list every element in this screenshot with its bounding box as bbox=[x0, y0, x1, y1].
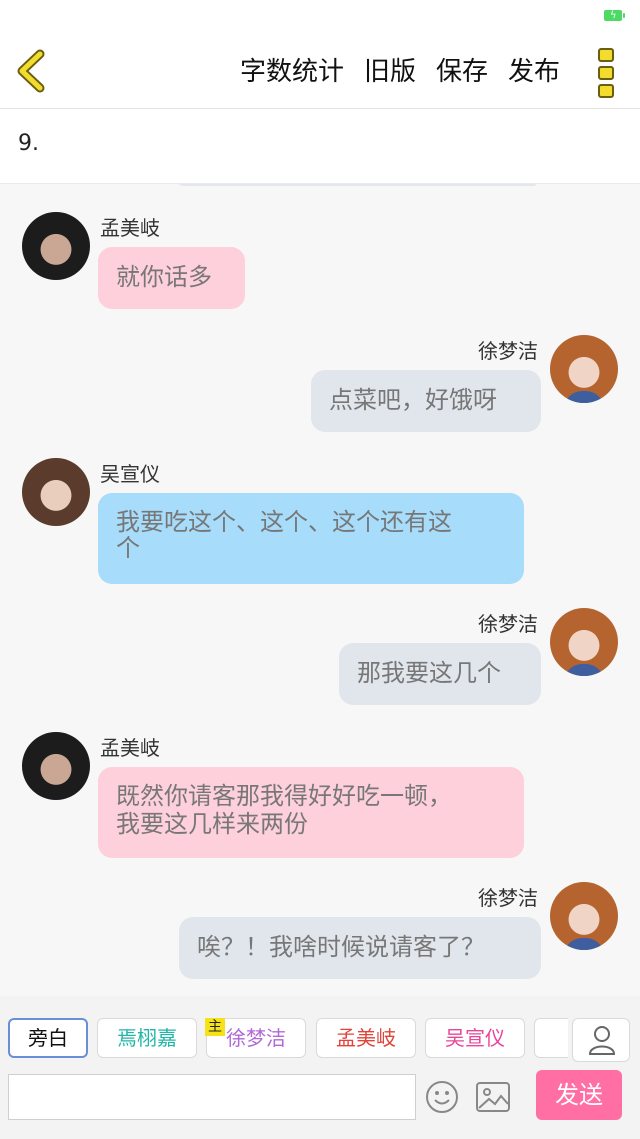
avatar[interactable] bbox=[22, 212, 90, 280]
main-role-tag: 主 bbox=[205, 1018, 225, 1036]
chapter-title[interactable]: 9. bbox=[18, 131, 39, 156]
message-bubble[interactable]: 就你话多 bbox=[98, 247, 245, 309]
word-count-button[interactable]: 字数统计 bbox=[240, 52, 344, 92]
message-bubble[interactable]: 我要吃这个、这个、这个还有这 个 bbox=[98, 493, 524, 584]
avatar[interactable] bbox=[550, 335, 618, 403]
composer-panel: 旁白 焉栩嘉 徐梦洁 孟美岐 吴宣仪 周 主 发送 bbox=[0, 996, 640, 1139]
message-text-line: 既然你请客那我得好好吃一顿， bbox=[116, 782, 452, 810]
avatar[interactable] bbox=[550, 608, 618, 676]
emoji-icon[interactable] bbox=[425, 1080, 459, 1114]
toolbar-actions: 字数统计 旧版 保存 发布 bbox=[240, 52, 560, 92]
battery-icon: ϟ bbox=[604, 10, 625, 21]
avatar[interactable] bbox=[550, 882, 618, 950]
message-text-line: 个 bbox=[116, 534, 140, 562]
more-menu-icon[interactable] bbox=[598, 48, 616, 98]
person-icon bbox=[588, 1026, 616, 1055]
old-version-button[interactable]: 旧版 bbox=[364, 52, 416, 92]
back-arrow-icon[interactable] bbox=[10, 48, 56, 94]
message-text: 那我要这几个 bbox=[357, 659, 501, 687]
role-selector[interactable]: 旁白 焉栩嘉 徐梦洁 孟美岐 吴宣仪 周 bbox=[8, 1018, 568, 1062]
sender-name: 徐梦洁 bbox=[478, 612, 538, 636]
previous-bubble-edge bbox=[178, 184, 538, 186]
avatar[interactable] bbox=[22, 458, 90, 526]
message-text: 点菜吧，好饿呀 bbox=[329, 386, 497, 414]
sender-name: 吴宣仪 bbox=[100, 462, 160, 486]
message-text: 唉？！我啥时候说请客了？ bbox=[197, 933, 485, 961]
message-bubble[interactable]: 唉？！我啥时候说请客了？ bbox=[179, 917, 541, 979]
publish-button[interactable]: 发布 bbox=[508, 52, 560, 92]
send-button[interactable]: 发送 bbox=[536, 1070, 622, 1120]
character-manager-button[interactable] bbox=[572, 1018, 630, 1062]
sender-name: 徐梦洁 bbox=[478, 339, 538, 363]
message-text-line: 我要吃这个、这个、这个还有这 bbox=[116, 508, 452, 536]
chapter-title-bar[interactable]: 9. bbox=[0, 109, 640, 184]
save-button[interactable]: 保存 bbox=[436, 52, 488, 92]
message-text-line: 我要这几样来两份 bbox=[116, 810, 308, 838]
role-item[interactable]: 孟美岐 bbox=[316, 1018, 416, 1058]
role-item[interactable]: 周 bbox=[534, 1018, 568, 1058]
role-item[interactable]: 焉栩嘉 bbox=[97, 1018, 197, 1058]
sender-name: 孟美岐 bbox=[100, 216, 160, 240]
message-bubble[interactable]: 点菜吧，好饿呀 bbox=[311, 370, 541, 432]
message-bubble[interactable]: 既然你请客那我得好好吃一顿， 我要这几样来两份 bbox=[98, 767, 524, 858]
sender-name: 孟美岐 bbox=[100, 736, 160, 760]
message-bubble[interactable]: 那我要这几个 bbox=[339, 643, 541, 705]
sender-name: 徐梦洁 bbox=[478, 886, 538, 910]
message-input[interactable] bbox=[8, 1074, 416, 1120]
top-toolbar: 字数统计 旧版 保存 发布 bbox=[0, 36, 640, 109]
avatar[interactable] bbox=[22, 732, 90, 800]
status-bar: ϟ bbox=[0, 0, 640, 36]
chat-area[interactable]: 孟美岐 就你话多 徐梦洁 点菜吧，好饿呀 吴宣仪 我要吃这个、这个、这个还有这 … bbox=[0, 184, 640, 996]
role-narration[interactable]: 旁白 bbox=[8, 1018, 88, 1058]
image-icon[interactable] bbox=[475, 1080, 511, 1114]
role-item[interactable]: 吴宣仪 bbox=[425, 1018, 525, 1058]
message-text: 就你话多 bbox=[116, 263, 212, 291]
